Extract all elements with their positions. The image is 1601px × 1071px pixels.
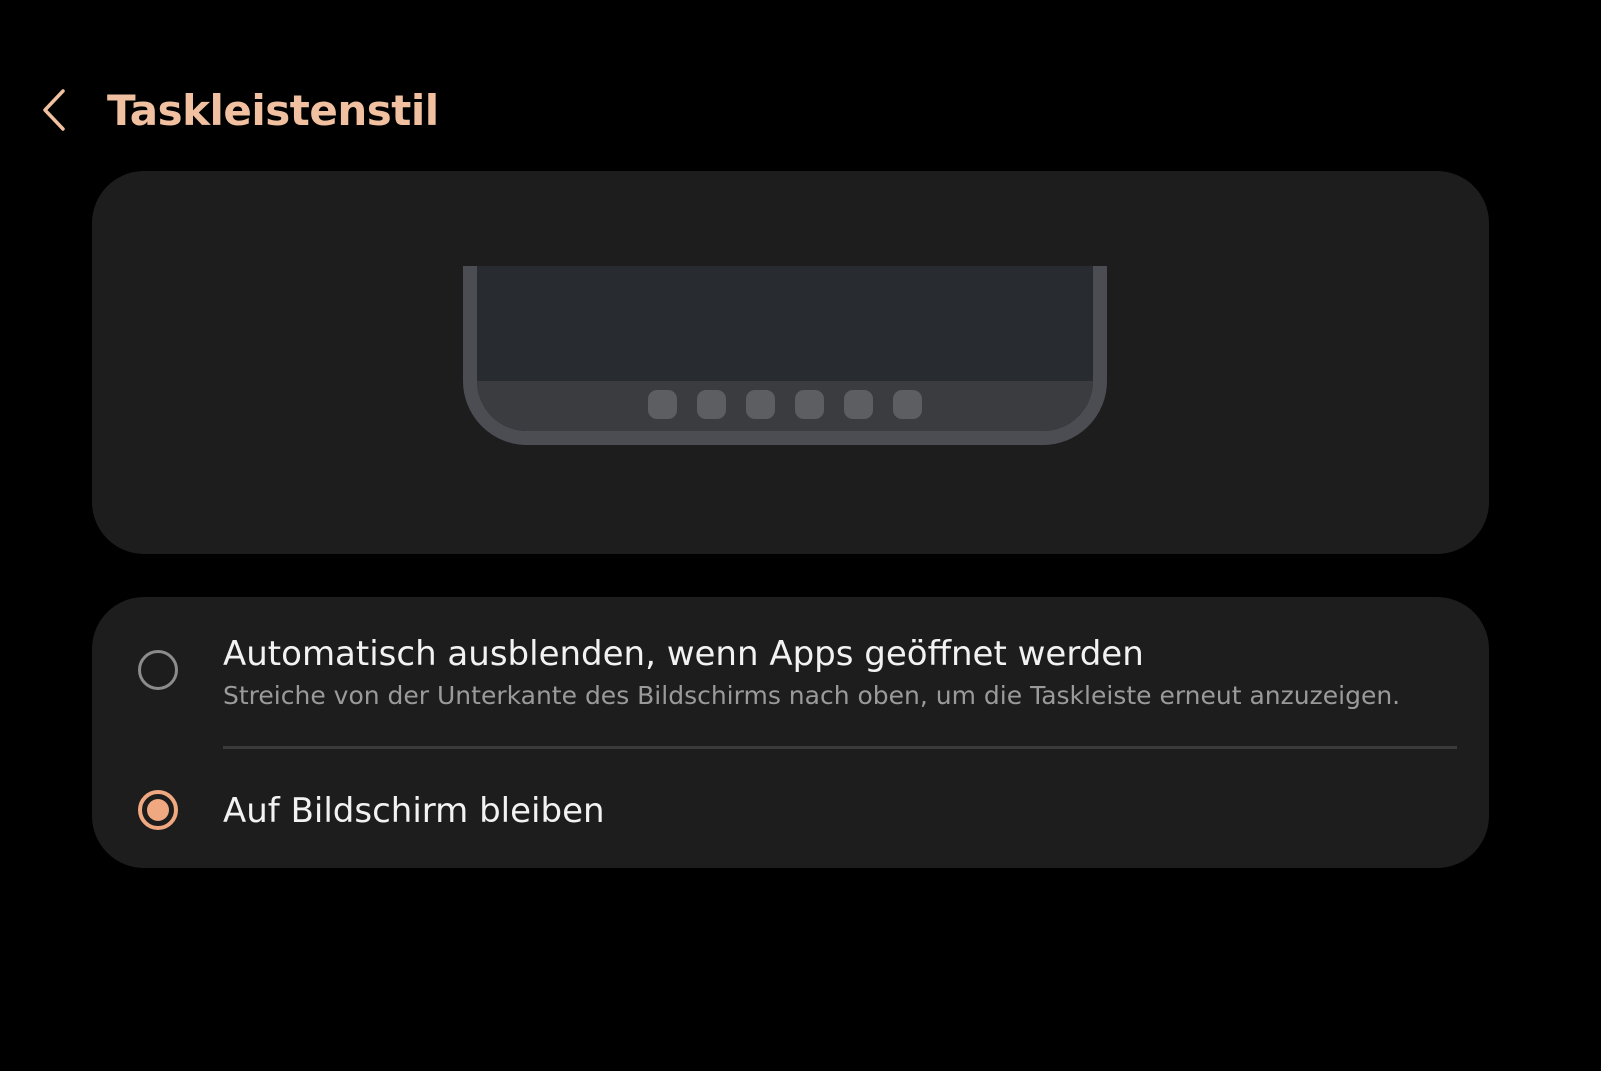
option-auto-hide[interactable]: Automatisch ausblenden, wenn Apps geöffn… (92, 597, 1489, 747)
back-button[interactable] (30, 78, 78, 142)
radio-selected[interactable] (138, 790, 178, 830)
option-title: Auf Bildschirm bleiben (223, 791, 605, 831)
dock-app-icon (697, 390, 726, 419)
option-title: Automatisch ausblenden, wenn Apps geöffn… (223, 634, 1144, 674)
app-screen-area (477, 266, 1093, 381)
radio-unselected[interactable] (138, 650, 178, 690)
dock-app-icon (893, 390, 922, 419)
page-title: Taskleistenstil (107, 86, 439, 135)
taskbar-preview-card (92, 171, 1489, 554)
radio-selected-dot (147, 799, 169, 821)
header: Taskleistenstil (0, 60, 1601, 150)
dock-app-icon (795, 390, 824, 419)
dock-app-icon (648, 390, 677, 419)
option-stay-on-screen[interactable]: Auf Bildschirm bleiben (92, 748, 1489, 868)
taskbar-preview-illustration (463, 266, 1107, 445)
taskbar-style-options: Automatisch ausblenden, wenn Apps geöffn… (92, 597, 1489, 868)
chevron-left-icon (43, 89, 65, 131)
option-subtitle: Streiche von der Unterkante des Bildschi… (223, 681, 1401, 710)
dock-app-icon (844, 390, 873, 419)
dock-app-icon (746, 390, 775, 419)
